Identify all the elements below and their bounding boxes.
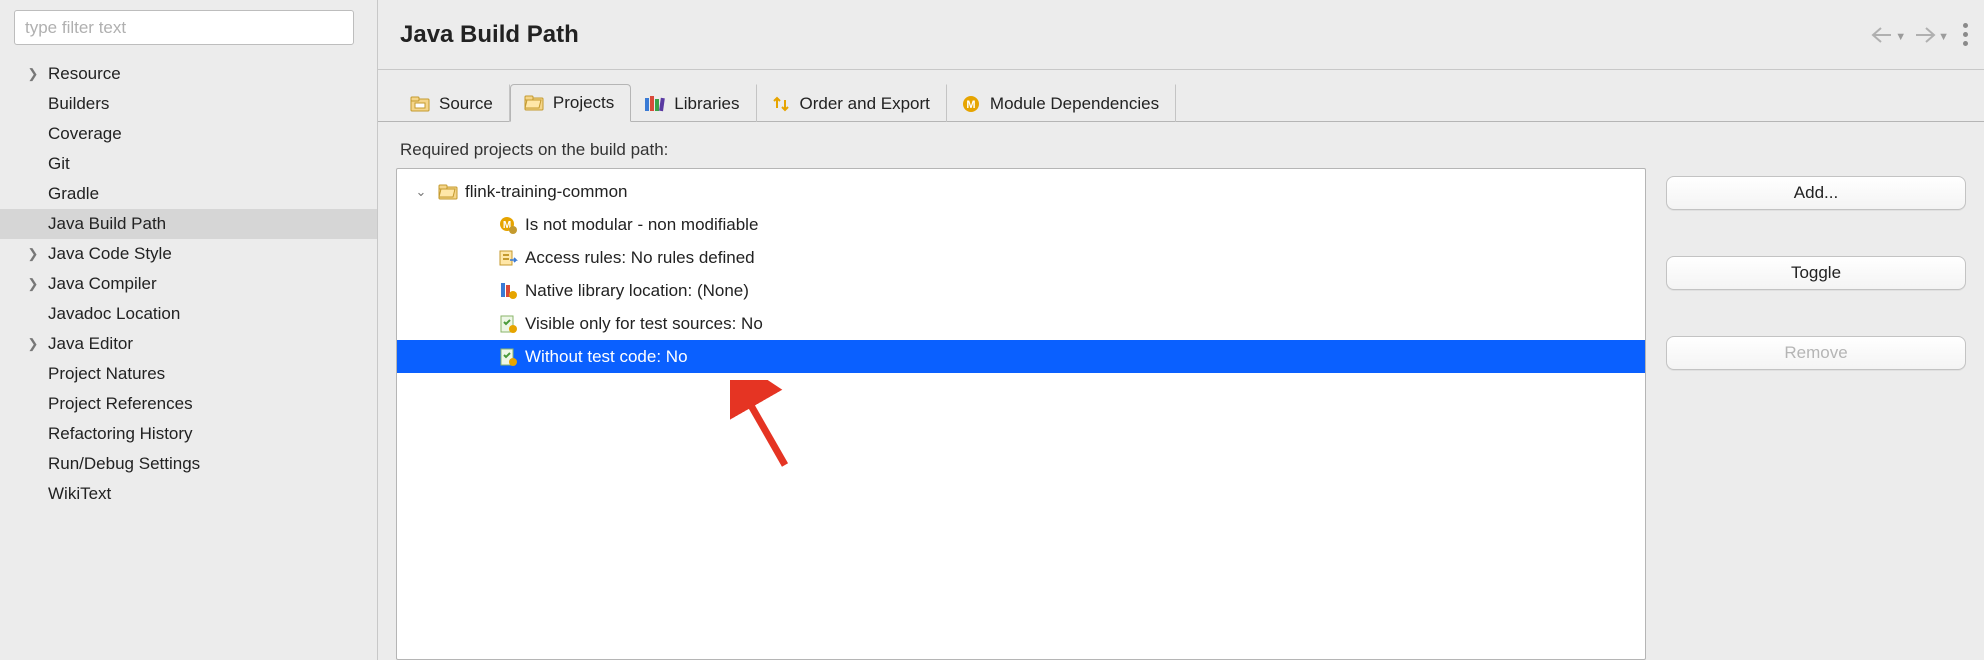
sidebar-item-run-debug-settings[interactable]: ❯ Run/Debug Settings: [0, 449, 377, 479]
sidebar-item-refactoring-history[interactable]: ❯ Refactoring History: [0, 419, 377, 449]
sidebar-item-label: Builders: [48, 94, 109, 114]
project-attr-access-rules[interactable]: Access rules: No rules defined: [397, 241, 1645, 274]
nav-back-button[interactable]: ▼: [1871, 26, 1906, 44]
chevron-right-icon: ❯: [24, 65, 42, 83]
filter-input[interactable]: [14, 10, 354, 45]
module-deps-icon: M: [960, 94, 982, 114]
project-folder-icon: [437, 181, 459, 203]
sidebar: ❯ Resource ❯ Builders ❯ Coverage ❯ Git ❯…: [0, 0, 378, 660]
sidebar-item-coverage[interactable]: ❯ Coverage: [0, 119, 377, 149]
sidebar-item-label: Git: [48, 154, 70, 174]
remove-button[interactable]: Remove: [1666, 336, 1966, 370]
sidebar-item-javadoc-location[interactable]: ❯ Javadoc Location: [0, 299, 377, 329]
sidebar-item-label: Java Code Style: [48, 244, 172, 264]
tab-label: Source: [439, 94, 493, 114]
tree-node-label: Visible only for test sources: No: [525, 314, 763, 334]
sidebar-item-git[interactable]: ❯ Git: [0, 149, 377, 179]
toggle-button[interactable]: Toggle: [1666, 256, 1966, 290]
content-header: Java Build Path ▼ ▼: [378, 0, 1984, 70]
project-attr-modular[interactable]: M Is not modular - non modifiable: [397, 208, 1645, 241]
project-attr-test-visibility[interactable]: Visible only for test sources: No: [397, 307, 1645, 340]
svg-text:M: M: [966, 99, 975, 111]
tab-projects[interactable]: Projects: [510, 84, 631, 122]
project-attr-without-test-code[interactable]: Without test code: No: [397, 340, 1645, 373]
sidebar-item-label: Gradle: [48, 184, 99, 204]
access-rules-icon: [497, 247, 519, 269]
view-menu-button[interactable]: [1957, 23, 1974, 46]
required-projects-panel: ⌄ flink-training-common M Is not modular…: [396, 168, 1646, 660]
sidebar-item-project-natures[interactable]: ❯ Project Natures: [0, 359, 377, 389]
tab-libraries[interactable]: Libraries: [631, 84, 756, 122]
sidebar-item-java-build-path[interactable]: ❯ Java Build Path: [0, 209, 377, 239]
test-visibility-icon: [497, 313, 519, 335]
tree-node-label: Access rules: No rules defined: [525, 248, 755, 268]
sidebar-item-label: Javadoc Location: [48, 304, 180, 324]
projects-panel-wrap: Required projects on the build path: ⌄ f…: [396, 134, 1646, 660]
libraries-icon: [644, 94, 666, 114]
category-tree: ❯ Resource ❯ Builders ❯ Coverage ❯ Git ❯…: [0, 59, 377, 509]
sidebar-item-wikitext[interactable]: ❯ WikiText: [0, 479, 377, 509]
sidebar-item-label: Project References: [48, 394, 193, 414]
tree-node-label: flink-training-common: [465, 182, 628, 202]
tab-label: Order and Export: [800, 94, 930, 114]
add-button[interactable]: Add...: [1666, 176, 1966, 210]
sidebar-item-label: Run/Debug Settings: [48, 454, 200, 474]
module-attr-icon: M: [497, 214, 519, 236]
chevron-right-icon: ❯: [24, 335, 42, 353]
tree-node-label: Without test code: No: [525, 347, 688, 367]
sidebar-item-resource[interactable]: ❯ Resource: [0, 59, 377, 89]
tab-module-dependencies[interactable]: M Module Dependencies: [947, 84, 1176, 122]
tab-label: Libraries: [674, 94, 739, 114]
sidebar-item-label: Java Build Path: [48, 214, 166, 234]
chevron-right-icon: ❯: [24, 275, 42, 293]
sidebar-item-label: Refactoring History: [48, 424, 193, 444]
sidebar-item-label: Resource: [48, 64, 121, 84]
content-pane: Java Build Path ▼ ▼: [378, 0, 1984, 660]
projects-tree[interactable]: ⌄ flink-training-common M Is not modular…: [397, 169, 1645, 373]
sidebar-item-gradle[interactable]: ❯ Gradle: [0, 179, 377, 209]
button-column: Add... Toggle Remove: [1666, 134, 1966, 660]
panel-caption: Required projects on the build path:: [400, 140, 1642, 160]
chevron-right-icon: ❯: [24, 245, 42, 263]
source-icon: [409, 94, 431, 114]
tree-node-label: Native library location: (None): [525, 281, 749, 301]
sidebar-item-label: Project Natures: [48, 364, 165, 384]
native-lib-icon: [497, 280, 519, 302]
sidebar-item-builders[interactable]: ❯ Builders: [0, 89, 377, 119]
tab-bar: Source Projects Libraries Order and Expo…: [378, 82, 1984, 122]
tab-source[interactable]: Source: [396, 84, 510, 122]
order-export-icon: [770, 94, 792, 114]
tab-label: Module Dependencies: [990, 94, 1159, 114]
nav-forward-button[interactable]: ▼: [1914, 26, 1949, 44]
header-nav-icons: ▼ ▼: [1871, 0, 1974, 69]
test-code-icon: [497, 346, 519, 368]
projects-tab-content: Required projects on the build path: ⌄ f…: [378, 122, 1984, 660]
project-root-node[interactable]: ⌄ flink-training-common: [397, 175, 1645, 208]
chevron-down-icon[interactable]: ⌄: [413, 184, 429, 200]
sidebar-item-label: Coverage: [48, 124, 122, 144]
sidebar-item-label: WikiText: [48, 484, 111, 504]
project-attr-native-lib[interactable]: Native library location: (None): [397, 274, 1645, 307]
tree-node-label: Is not modular - non modifiable: [525, 215, 758, 235]
tab-order-export[interactable]: Order and Export: [757, 84, 947, 122]
sidebar-item-java-editor[interactable]: ❯ Java Editor: [0, 329, 377, 359]
sidebar-item-java-code-style[interactable]: ❯ Java Code Style: [0, 239, 377, 269]
projects-icon: [523, 93, 545, 113]
sidebar-item-project-references[interactable]: ❯ Project References: [0, 389, 377, 419]
sidebar-item-label: Java Compiler: [48, 274, 157, 294]
page-title: Java Build Path: [400, 21, 579, 49]
sidebar-item-label: Java Editor: [48, 334, 133, 354]
tab-label: Projects: [553, 93, 614, 113]
sidebar-item-java-compiler[interactable]: ❯ Java Compiler: [0, 269, 377, 299]
